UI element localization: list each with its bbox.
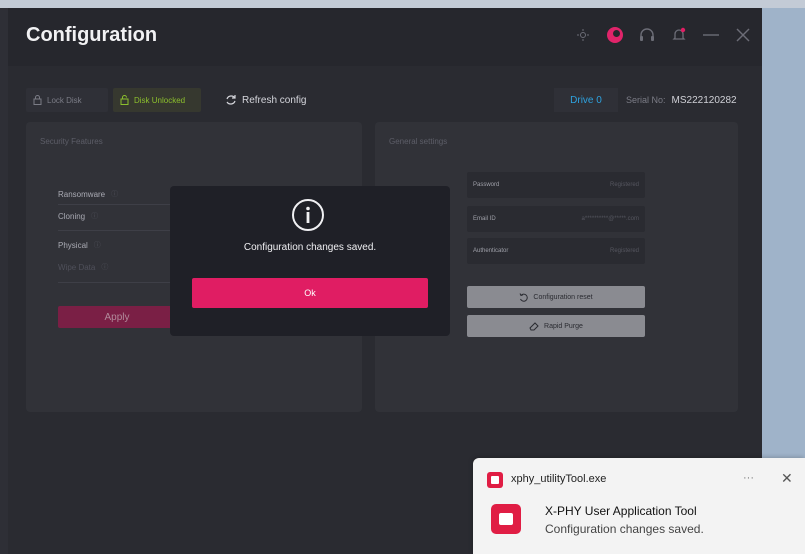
title-bar-icons [574,26,752,44]
toast-close-icon[interactable]: ✕ [781,470,793,487]
notification-bell-icon[interactable] [670,26,688,44]
theme-toggle-icon[interactable] [606,26,624,44]
brightness-icon[interactable] [574,26,592,44]
app-icon [487,472,503,488]
ok-button[interactable]: Ok [192,278,428,308]
page-title: Configuration [26,24,158,46]
toast-title: X-PHY User Application Tool [545,504,697,518]
more-options-icon[interactable]: ··· [743,472,754,484]
app-logo-icon [491,504,521,534]
info-icon [292,199,324,231]
headset-icon[interactable] [638,26,656,44]
title-bar: Configuration [8,8,762,66]
close-icon[interactable] [734,26,752,44]
toast-body: Configuration changes saved. [545,522,704,536]
minimize-icon[interactable] [702,26,720,44]
dialog-message: Configuration changes saved. [243,242,377,253]
confirmation-dialog: Configuration changes saved. Ok [170,186,450,336]
toast-notification[interactable]: xphy_utilityTool.exe ··· ✕ X-PHY User Ap… [473,458,805,554]
desktop-top-strip [0,0,805,8]
toast-app-name: xphy_utilityTool.exe [511,473,607,485]
